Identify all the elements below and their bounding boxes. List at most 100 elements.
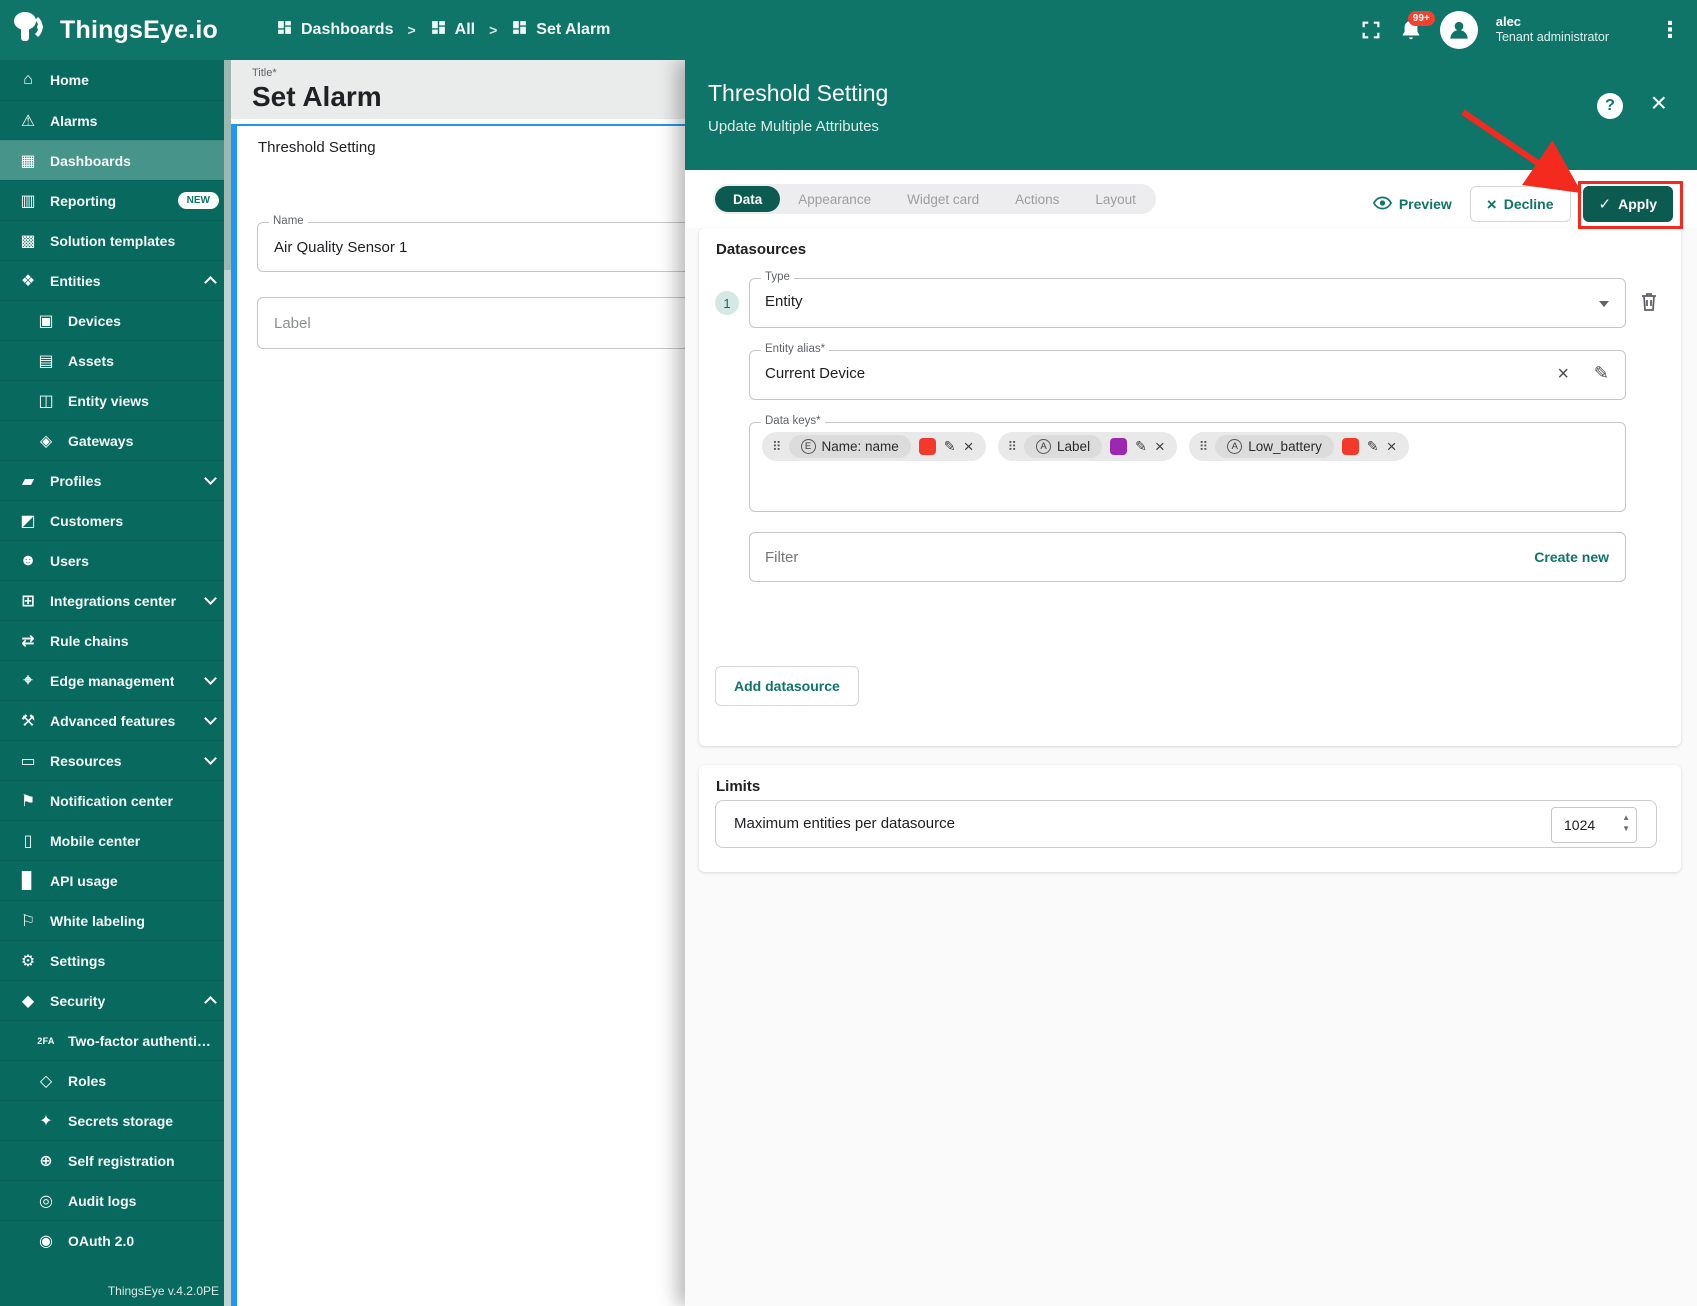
notifications-bell-icon[interactable]: 99+: [1400, 18, 1422, 42]
entity-alias-value: Current Device: [750, 351, 1625, 382]
sidebar-item-two-factor-authenticati[interactable]: 2FATwo-factor authenticati…: [0, 1020, 231, 1060]
sidebar-item-entity-views[interactable]: ◫Entity views: [0, 380, 231, 420]
clear-alias-icon[interactable]: ×: [1557, 364, 1569, 384]
edit-key-icon[interactable]: ✎: [1135, 438, 1147, 455]
widget-label-input[interactable]: [258, 298, 685, 348]
entity-alias-label: Entity alias*: [761, 343, 829, 355]
sidebar-item-solution-templates[interactable]: ▩Solution templates: [0, 220, 231, 260]
edit-key-icon[interactable]: ✎: [944, 438, 956, 455]
avatar[interactable]: [1440, 11, 1478, 49]
selected-widget-card[interactable]: Threshold Setting Name: [231, 124, 685, 1306]
sidebar-item-home[interactable]: ⌂Home: [0, 60, 231, 100]
dashboard-title[interactable]: Set Alarm: [252, 81, 685, 113]
close-icon[interactable]: ×: [1651, 89, 1667, 117]
sidebar-item-dashboards[interactable]: ▦Dashboards: [0, 140, 231, 180]
chevron-down-icon: [204, 712, 217, 725]
apply-button[interactable]: ✓ Apply: [1583, 186, 1673, 222]
sidebar-item-settings[interactable]: ⚙Settings: [0, 940, 231, 980]
edit-alias-icon[interactable]: ✎: [1594, 364, 1609, 382]
data-key-chip-label[interactable]: ⠿ALabel✎×: [998, 432, 1177, 461]
breadcrumb-item-all[interactable]: All: [430, 19, 475, 41]
sidebar-scrollbar[interactable]: [224, 60, 231, 1306]
breadcrumb-item-dashboards[interactable]: Dashboards: [276, 19, 393, 41]
preview-button[interactable]: Preview: [1373, 196, 1452, 213]
dashboard-title-bar: Title* Set Alarm: [231, 60, 685, 119]
remove-key-icon[interactable]: ×: [964, 438, 974, 455]
datasource-type-select[interactable]: Type Entity: [749, 278, 1626, 328]
sidebar-item-rule-chains[interactable]: ⇄ Rule chains: [0, 620, 231, 660]
max-entities-input[interactable]: [1552, 808, 1608, 842]
tab-layout[interactable]: Layout: [1077, 186, 1154, 212]
entity-views-icon: ◫: [34, 391, 58, 411]
delete-datasource-icon[interactable]: [1639, 291, 1659, 318]
remove-key-icon[interactable]: ×: [1155, 438, 1165, 455]
sidebar-item-security[interactable]: ◆Security: [0, 980, 231, 1020]
tab-widget-card[interactable]: Widget card: [889, 186, 997, 212]
rule-chains-icon: ⇄: [16, 631, 40, 651]
dashboard-grid-icon: [430, 19, 447, 41]
data-keys-field[interactable]: Data keys* ⠿EName: name✎×⠿ALabel✎×⠿ALow_…: [749, 422, 1626, 512]
sidebar-item-devices[interactable]: ▣Devices: [0, 300, 231, 340]
fullscreen-icon[interactable]: [1360, 19, 1382, 41]
tab-actions[interactable]: Actions: [997, 186, 1077, 212]
tab-data[interactable]: Data: [715, 186, 780, 212]
breadcrumb-item-set-alarm[interactable]: Set Alarm: [511, 19, 610, 41]
sidebar-item-white-labeling[interactable]: ⚐White labeling: [0, 900, 231, 940]
sidebar-item-self-registration[interactable]: ⊕Self registration: [0, 1140, 231, 1180]
data-key-label: Low_battery: [1248, 439, 1322, 454]
sidebar-item-label: Edge management: [50, 673, 174, 689]
entity-alias-field[interactable]: Entity alias* Current Device × ✎: [749, 350, 1626, 400]
add-datasource-button[interactable]: Add datasource: [715, 666, 859, 706]
api-usage-icon: ▊: [16, 871, 40, 891]
help-icon[interactable]: ?: [1597, 93, 1623, 119]
sidebar-item-reporting[interactable]: ▥ReportingNEW: [0, 180, 231, 220]
create-new-link[interactable]: Create new: [1534, 549, 1609, 565]
sidebar-item-customers[interactable]: ◩Customers: [0, 500, 231, 540]
sidebar-item-notification-center[interactable]: ⚑Notification center: [0, 780, 231, 820]
sidebar-item-label: Roles: [68, 1073, 106, 1089]
decline-button[interactable]: × Decline: [1470, 186, 1571, 222]
entities-icon: ❖: [16, 271, 40, 291]
number-stepper[interactable]: ▲▼: [1622, 813, 1630, 833]
key-color-swatch[interactable]: [1342, 438, 1359, 455]
tab-appearance[interactable]: Appearance: [780, 186, 889, 212]
sidebar-item-api-usage[interactable]: ▊ API usage: [0, 860, 231, 900]
remove-key-icon[interactable]: ×: [1387, 438, 1397, 455]
sidebar-item-audit-logs[interactable]: ◎Audit logs: [0, 1180, 231, 1220]
sidebar-item-assets[interactable]: ▤Assets: [0, 340, 231, 380]
sidebar-item-oauth-2-0[interactable]: ◉OAuth 2.0: [0, 1220, 231, 1260]
settings-icon: ⚙: [16, 951, 40, 971]
key-color-swatch[interactable]: [1110, 438, 1127, 455]
sidebar-item-secrets-storage[interactable]: ✦Secrets storage: [0, 1100, 231, 1140]
drag-handle-icon[interactable]: ⠿: [1008, 439, 1017, 455]
sidebar-item-mobile-center[interactable]: ▯Mobile center: [0, 820, 231, 860]
data-key-chip-name-name[interactable]: ⠿EName: name✎×: [762, 432, 986, 461]
filter-input[interactable]: [750, 533, 1363, 581]
sidebar-item-gateways[interactable]: ◈Gateways: [0, 420, 231, 460]
widget-name-input[interactable]: [258, 223, 685, 271]
edit-key-icon[interactable]: ✎: [1367, 438, 1379, 455]
sidebar-item-resources[interactable]: ▭Resources: [0, 740, 231, 780]
sidebar-item-alarms[interactable]: ⚠Alarms: [0, 100, 231, 140]
chevron-down-icon[interactable]: [1599, 301, 1609, 307]
more-menu-icon[interactable]: ⋮: [1653, 17, 1687, 43]
sidebar-item-label: Mobile center: [50, 833, 140, 849]
data-keys-label: Data keys*: [761, 415, 825, 427]
data-key-chip-low-battery[interactable]: ⠿ALow_battery✎×: [1189, 432, 1409, 461]
sidebar-item-entities[interactable]: ❖Entities: [0, 260, 231, 300]
sidebar-item-advanced-features[interactable]: ⚒Advanced features: [0, 700, 231, 740]
sidebar-item-label: Devices: [68, 313, 121, 329]
drag-handle-icon[interactable]: ⠿: [1199, 439, 1208, 455]
sidebar-item-integrations-center[interactable]: ⊞Integrations center: [0, 580, 231, 620]
sidebar-scrollbar-thumb[interactable]: [224, 60, 231, 270]
sidebar-item-label: API usage: [50, 873, 118, 889]
sidebar-item-edge-management[interactable]: ⌖Edge management: [0, 660, 231, 700]
drag-handle-icon[interactable]: ⠿: [772, 439, 781, 455]
app-logo[interactable]: ThingsEye.io: [0, 11, 240, 50]
gateways-icon: ◈: [34, 431, 58, 451]
sidebar-item-label: Rule chains: [50, 633, 129, 649]
key-color-swatch[interactable]: [919, 438, 936, 455]
sidebar-item-profiles[interactable]: ▰Profiles: [0, 460, 231, 500]
sidebar-item-roles[interactable]: ◇Roles: [0, 1060, 231, 1100]
sidebar-item-users[interactable]: ☻Users: [0, 540, 231, 580]
